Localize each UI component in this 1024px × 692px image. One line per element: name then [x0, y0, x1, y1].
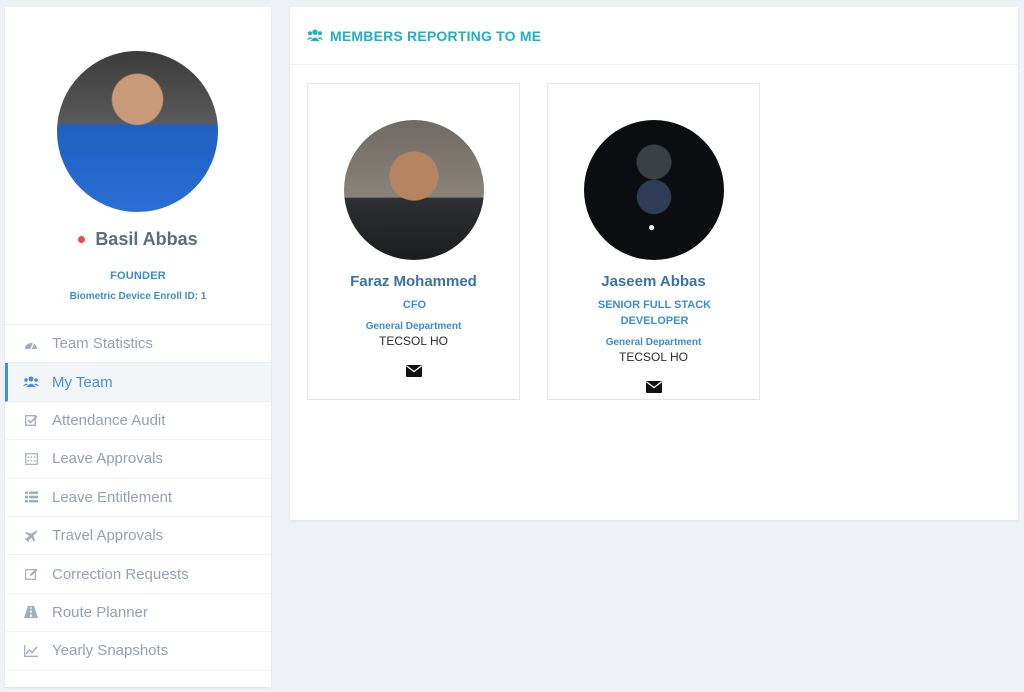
member-name[interactable]: Jaseem Abbas — [548, 273, 759, 290]
list-icon — [22, 491, 40, 503]
sidebar-item-my-team[interactable]: My Team — [5, 363, 271, 402]
sidebar-item-leave-entitlement[interactable]: Leave Entitlement — [5, 479, 271, 517]
sidebar-item-label: Correction Requests — [52, 565, 189, 583]
line-chart-icon — [22, 644, 40, 657]
member-name[interactable]: Faraz Mohammed — [308, 273, 519, 290]
check-square-icon — [22, 414, 40, 427]
profile-name-row: Basil Abbas — [5, 229, 271, 250]
apple-logo-icon: ● — [648, 220, 656, 234]
dashboard-icon — [22, 338, 40, 350]
sidebar-item-label: Team Statistics — [52, 335, 153, 353]
sidebar-item-label: Travel Approvals — [52, 527, 164, 545]
sidebar-item-route-planner[interactable]: Route Planner — [5, 594, 271, 633]
sidebar-item-label: Attendance Audit — [52, 411, 166, 429]
calendar-icon — [22, 452, 40, 465]
members-panel: MEMBERS REPORTING TO ME Faraz Mohammed C… — [290, 7, 1018, 520]
sidebar-item-label: Yearly Snapshots — [52, 642, 169, 660]
sidebar-item-leave-approvals[interactable]: Leave Approvals — [5, 440, 271, 479]
mail-icon[interactable] — [646, 380, 662, 393]
edit-icon — [22, 568, 40, 580]
profile-sidebar: Basil Abbas FOUNDER Biometric Device Enr… — [5, 7, 271, 687]
member-card: Faraz Mohammed CFO General Department TE… — [307, 83, 520, 400]
panel-title: MEMBERS REPORTING TO ME — [330, 27, 542, 44]
sidebar-item-travel-approvals[interactable]: Travel Approvals — [5, 517, 271, 556]
sidebar-item-attendance-audit[interactable]: Attendance Audit — [5, 402, 271, 441]
member-role: SENIOR FULL STACK DEVELOPER — [597, 299, 712, 327]
profile-role: FOUNDER — [110, 270, 166, 282]
users-icon — [307, 29, 323, 42]
profile-avatar — [57, 51, 218, 212]
sidebar-menu: Team Statistics My Team Attendance Audit… — [5, 324, 271, 671]
sidebar-item-correction-requests[interactable]: Correction Requests — [5, 555, 271, 594]
sidebar-item-label: Leave Approvals — [52, 450, 163, 468]
sidebar-item-label: Route Planner — [52, 603, 148, 621]
member-card: ● Jaseem Abbas SENIOR FULL STACK DEVELOP… — [547, 83, 760, 400]
member-office: TECSOL HO — [619, 350, 688, 364]
sidebar-item-label: My Team — [52, 373, 113, 391]
member-role: CFO — [402, 299, 427, 311]
plane-icon — [22, 530, 40, 542]
profile-enroll-id: Biometric Device Enroll ID: 1 — [69, 291, 207, 302]
member-department: General Department — [605, 337, 702, 348]
sidebar-item-team-statistics[interactable]: Team Statistics — [5, 325, 271, 364]
users-icon — [22, 376, 40, 388]
road-icon — [22, 606, 40, 619]
member-avatar — [344, 120, 484, 260]
sidebar-item-label: Leave Entitlement — [52, 488, 173, 506]
member-department: General Department — [365, 321, 462, 332]
sidebar-item-yearly-snapshots[interactable]: Yearly Snapshots — [5, 632, 271, 671]
member-office: TECSOL HO — [379, 334, 448, 348]
mail-icon[interactable] — [406, 364, 422, 377]
status-dot — [78, 236, 86, 243]
member-avatar: ● — [584, 120, 724, 260]
profile-name: Basil Abbas — [95, 229, 198, 249]
panel-header: MEMBERS REPORTING TO ME — [290, 7, 1018, 65]
